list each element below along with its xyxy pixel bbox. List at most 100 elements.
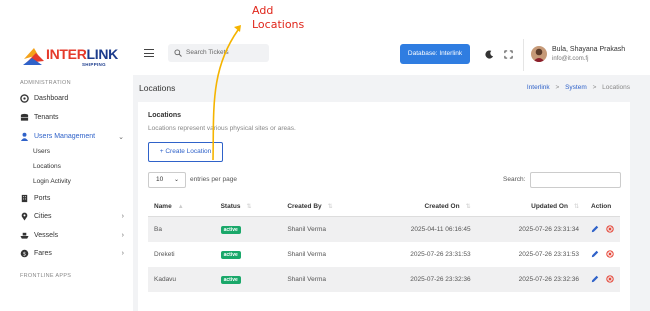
create-location-button[interactable]: + Create Location <box>148 142 223 162</box>
sidebar-subitem-users[interactable]: Users <box>33 148 50 155</box>
database-button[interactable]: Database: Interlink <box>400 44 470 64</box>
menu-toggle-icon[interactable] <box>144 49 154 60</box>
table-row: Dreketi active Shanil Verma 2025-07-26 2… <box>148 242 620 267</box>
delete-icon[interactable] <box>606 249 614 258</box>
sidebar: INTERLINK SHIPPING ADMINISTRATION Dashbo… <box>0 35 133 311</box>
logo[interactable]: INTERLINK SHIPPING <box>22 43 118 69</box>
page-title: Locations <box>139 83 176 93</box>
cell-status: active <box>214 267 282 292</box>
sidebar-item-users-management[interactable]: Users Management ⌄ <box>20 132 126 141</box>
locations-card: Locations Locations represent various ph… <box>138 102 630 311</box>
sidebar-subitem-login-activity[interactable]: Login Activity <box>33 178 71 185</box>
breadcrumb-system[interactable]: System <box>565 84 587 91</box>
building-icon <box>21 194 28 203</box>
cell-action <box>585 216 620 242</box>
logo-brand: INTERLINK <box>46 46 118 62</box>
cell-created-on: 2025-07-26 23:32:36 <box>370 267 477 292</box>
sidebar-item-label: Cities <box>34 213 52 220</box>
cell-name: Kadavu <box>148 267 215 292</box>
delete-icon[interactable] <box>606 224 614 233</box>
card-description: Locations represent various physical sit… <box>148 125 296 132</box>
dollar-icon: $ <box>20 249 29 258</box>
ship-icon <box>20 232 29 239</box>
topbar: Search Tickets Database: Interlink Bula,… <box>133 35 650 75</box>
breadcrumb-separator: > <box>592 84 597 91</box>
sidebar-item-tenants[interactable]: Tenants <box>20 113 126 122</box>
section-frontline-apps: FRONTLINE APPS <box>20 273 72 279</box>
cell-updated-on: 2025-07-26 23:32:36 <box>476 267 585 292</box>
column-header-created-by[interactable]: Created By ⇅ <box>281 196 371 217</box>
delete-icon[interactable] <box>606 274 614 283</box>
sidebar-item-label: Vessels <box>34 232 59 239</box>
sidebar-item-label: Dashboard <box>34 95 69 102</box>
section-administration: ADMINISTRATION <box>20 80 71 86</box>
sidebar-item-cities[interactable]: Cities › <box>20 212 126 221</box>
edit-icon[interactable] <box>591 250 599 258</box>
cell-created-on: 2025-04-11 06:16:45 <box>370 216 477 242</box>
edit-icon[interactable] <box>591 275 599 283</box>
sort-icon: ⇅ <box>246 203 252 210</box>
sidebar-item-label: Ports <box>34 195 51 202</box>
column-header-created-on[interactable]: Created On ⇅ <box>370 196 477 217</box>
sidebar-item-label: Users Management <box>34 133 96 140</box>
sidebar-item-dashboard[interactable]: Dashboard <box>20 94 126 103</box>
column-header-status[interactable]: Status ⇅ <box>214 196 282 217</box>
card-title: Locations <box>148 112 182 119</box>
status-badge: active <box>220 225 241 234</box>
cell-updated-on: 2025-07-26 23:31:34 <box>476 216 585 242</box>
table-header-row: Name ▲ Status ⇅ Created By ⇅ Created On ⇅ Up… <box>148 196 620 217</box>
column-header-action: Action <box>585 196 620 217</box>
cell-action <box>585 267 620 292</box>
moon-icon[interactable] <box>485 50 494 59</box>
table-search-label: Search: <box>503 176 526 183</box>
sort-asc-icon: ▲ <box>177 203 184 210</box>
sort-icon: ⇅ <box>573 203 579 210</box>
cell-created-by: Shanil Verma <box>281 216 371 242</box>
cell-action <box>585 242 620 267</box>
search-input[interactable]: Search Tickets <box>168 44 269 62</box>
logo-tagline: SHIPPING <box>82 62 106 67</box>
table-search-input[interactable] <box>530 172 621 188</box>
breadcrumb-current: Locations <box>602 84 630 91</box>
annotation-line-2: Locations <box>252 18 305 31</box>
avatar[interactable] <box>531 46 547 62</box>
annotation-line-1: Add <box>252 4 274 17</box>
sidebar-item-fares[interactable]: $ Fares › <box>20 249 126 258</box>
fullscreen-icon[interactable] <box>504 50 513 59</box>
status-badge: active <box>220 275 241 284</box>
user-name: Bula, Shayana Prakash <box>552 46 626 53</box>
logo-mark-icon <box>23 48 44 65</box>
main-content: Locations Interlink > System > Locations… <box>133 75 650 311</box>
cell-created-by: Shanil Verma <box>281 267 371 292</box>
edit-icon[interactable] <box>591 225 599 233</box>
sidebar-item-vessels[interactable]: Vessels › <box>20 231 126 240</box>
user-icon <box>20 132 29 141</box>
chevron-down-icon: ⌄ <box>173 177 179 183</box>
column-header-updated-on[interactable]: Updated On ⇅ <box>476 196 585 217</box>
sort-icon: ⇅ <box>465 203 471 210</box>
user-email: info@it.com.fj <box>552 56 589 62</box>
map-pin-icon <box>21 212 28 221</box>
sidebar-item-label: Fares <box>34 250 52 257</box>
status-badge: active <box>220 250 241 259</box>
cell-created-by: Shanil Verma <box>287 251 326 258</box>
dashboard-icon <box>20 94 29 103</box>
svg-text:$: $ <box>23 252 26 258</box>
table-row: Kadavu active Shanil Verma 2025-07-26 23… <box>148 267 620 292</box>
entries-per-page-select[interactable]: 10 ⌄ <box>148 172 186 188</box>
sidebar-item-ports[interactable]: Ports <box>20 194 126 203</box>
breadcrumb: Interlink > System > Locations <box>527 84 630 91</box>
breadcrumb-separator: > <box>555 84 560 91</box>
cell-updated-on: 2025-07-26 23:31:53 <box>518 251 579 258</box>
cell-name: Ba <box>148 216 215 242</box>
database-icon <box>20 113 29 121</box>
annotation-text: Add Locations <box>252 4 304 32</box>
search-icon <box>174 49 182 57</box>
sidebar-subitem-locations[interactable]: Locations <box>33 163 61 170</box>
cell-created-on: 2025-07-26 23:31:53 <box>410 251 471 258</box>
breadcrumb-interlink[interactable]: Interlink <box>527 84 550 91</box>
entries-per-page-label: entries per page <box>190 176 237 183</box>
column-header-name[interactable]: Name ▲ <box>148 196 215 217</box>
chevron-down-icon: ⌄ <box>118 133 124 141</box>
locations-table: Name ▲ Status ⇅ Created By ⇅ Created On ⇅ Up… <box>148 196 620 292</box>
